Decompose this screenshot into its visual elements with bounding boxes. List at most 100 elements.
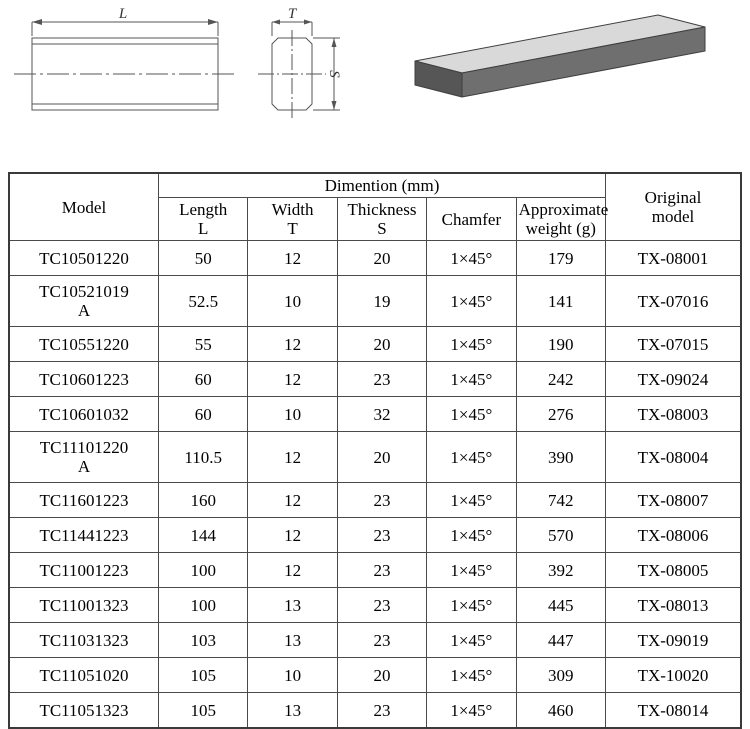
cell-thickness: 23 — [336, 482, 428, 519]
table-row: TC11601223 160 12 23 1×45° 742 TX-08007 — [8, 482, 742, 519]
header-thickness-text: Thickness — [347, 200, 417, 220]
table-body: TC10501220 50 12 20 1×45° 179 TX-08001 TC105210… — [8, 240, 742, 729]
table-row: TC11001223 100 12 23 1×45° 392 TX-08005 — [8, 552, 742, 589]
cell-model: TC11001223 — [8, 552, 159, 589]
specification-table-container: Model Dimention (mm) Original model Leng… — [8, 172, 742, 729]
cell-chamfer: 1×45° — [426, 482, 517, 519]
cell-model: TC11051323 — [8, 692, 159, 729]
cell-thickness: 20 — [336, 240, 428, 277]
cell-model-line1: TC11101220 — [39, 438, 129, 458]
cell-model-line2: A — [77, 457, 91, 477]
header-weight: Approximate weight (g) — [515, 197, 609, 242]
header-width-text: Width — [271, 200, 314, 220]
cell-thickness: 23 — [336, 622, 428, 659]
cell-length: 50 — [157, 240, 249, 277]
cell-weight: 447 — [515, 622, 607, 659]
cell-original-model: TX-08007 — [605, 482, 742, 519]
cell-chamfer: 1×45° — [426, 396, 517, 433]
table-row: TC10601032 60 10 32 1×45° 276 TX-08003 — [8, 396, 742, 433]
cell-original-model: TX-08005 — [605, 552, 742, 589]
table-row: TC11051323 105 13 23 1×45° 460 TX-08014 — [8, 692, 742, 729]
table-row: TC11441223 144 12 23 1×45° 570 TX-08006 — [8, 517, 742, 554]
cell-chamfer: 1×45° — [426, 240, 517, 277]
cell-chamfer: 1×45° — [426, 587, 517, 624]
cell-original-model: TX-08003 — [605, 396, 742, 433]
header-original-model: Original model — [605, 172, 742, 242]
header-thickness-symbol: S — [377, 219, 387, 239]
cell-length: 103 — [157, 622, 249, 659]
cell-thickness: 20 — [336, 431, 428, 484]
cell-width: 10 — [247, 275, 338, 328]
cell-weight: 445 — [515, 587, 607, 624]
table-header: Model Dimention (mm) Original model Leng… — [8, 172, 742, 242]
cell-length: 100 — [157, 552, 249, 589]
cell-width: 12 — [247, 517, 338, 554]
table-row: TC10551220 55 12 20 1×45° 190 TX-07015 — [8, 326, 742, 363]
header-length-symbol: L — [198, 219, 209, 239]
cell-thickness: 20 — [336, 657, 428, 694]
cell-length: 144 — [157, 517, 249, 554]
cell-thickness: 32 — [336, 396, 428, 433]
header-dimention-group: Dimention (mm) — [158, 172, 606, 199]
table-row: TC10521019 A 52.5 10 19 1×45° 141 TX-07016 — [8, 275, 742, 328]
cell-thickness: 23 — [336, 517, 428, 554]
cell-model: TC10501220 — [8, 240, 159, 277]
cell-length: 100 — [157, 587, 249, 624]
cell-length: 60 — [157, 396, 249, 433]
cell-original-model: TX-10020 — [605, 657, 742, 694]
cell-thickness: 23 — [336, 361, 428, 398]
cell-weight: 242 — [515, 361, 607, 398]
cell-weight: 570 — [515, 517, 607, 554]
header-width: Width T — [247, 197, 338, 242]
cell-width: 13 — [247, 692, 338, 729]
cell-width: 12 — [247, 431, 338, 484]
technical-drawings-panel: L T S — [0, 0, 750, 150]
cell-model: TC10551220 — [8, 326, 159, 363]
header-original-line2: model — [651, 207, 695, 227]
cell-original-model: TX-08001 — [605, 240, 742, 277]
table-row: TC10601223 60 12 23 1×45° 242 TX-09024 — [8, 361, 742, 398]
header-row-top: Model Dimention (mm) Original model — [8, 172, 742, 242]
cell-thickness: 23 — [336, 692, 428, 729]
side-view-length-label: L — [118, 6, 127, 22]
cell-length: 160 — [157, 482, 249, 519]
cell-original-model: TX-09024 — [605, 361, 742, 398]
cell-chamfer: 1×45° — [426, 622, 517, 659]
cell-weight: 460 — [515, 692, 607, 729]
cell-weight: 392 — [515, 552, 607, 589]
cell-chamfer: 1×45° — [426, 692, 517, 729]
table-row: TC11001323 100 13 23 1×45° 445 TX-08013 — [8, 587, 742, 624]
cell-width: 12 — [247, 326, 338, 363]
cell-original-model: TX-08014 — [605, 692, 742, 729]
header-chamfer: Chamfer — [426, 197, 517, 242]
cell-length: 105 — [157, 692, 249, 729]
cell-weight: 141 — [515, 275, 607, 328]
cell-weight: 309 — [515, 657, 607, 694]
cell-width: 12 — [247, 482, 338, 519]
cell-length: 52.5 — [157, 275, 249, 328]
cell-thickness: 20 — [336, 326, 428, 363]
header-weight-line1: Approximate — [518, 200, 609, 220]
cell-width: 13 — [247, 622, 338, 659]
section-view-height-label: S — [326, 70, 342, 78]
cell-thickness: 23 — [336, 552, 428, 589]
cell-chamfer: 1×45° — [426, 431, 517, 484]
cell-original-model: TX-07015 — [605, 326, 742, 363]
cell-original-model: TX-09019 — [605, 622, 742, 659]
cell-model: TC11101220 A — [8, 431, 159, 484]
cell-length: 60 — [157, 361, 249, 398]
header-length-text: Length — [179, 200, 228, 220]
cell-length: 55 — [157, 326, 249, 363]
cell-model: TC11441223 — [8, 517, 159, 554]
header-model: Model — [8, 172, 159, 242]
table-row: TC10501220 50 12 20 1×45° 179 TX-08001 — [8, 240, 742, 277]
cell-original-model: TX-08006 — [605, 517, 742, 554]
side-elevation-view — [14, 19, 236, 111]
cell-width: 12 — [247, 552, 338, 589]
cell-length: 105 — [157, 657, 249, 694]
cell-width: 10 — [247, 396, 338, 433]
header-weight-line2: weight (g) — [525, 219, 596, 239]
table-row: TC11101220 A 110.5 12 20 1×45° 390 TX-08004 — [8, 431, 742, 484]
cell-model: TC11051020 — [8, 657, 159, 694]
cell-original-model: TX-08013 — [605, 587, 742, 624]
